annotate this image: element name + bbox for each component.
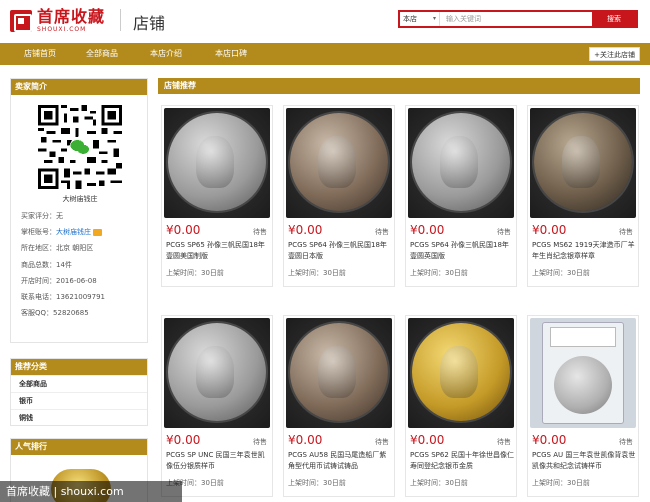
product-title[interactable]: PCGS SP UNC 民国三年袁世凯像伍分银质样币: [166, 450, 270, 472]
product-image[interactable]: [164, 318, 270, 428]
product-card[interactable]: ¥0.00 待售 PCGS SP64 孙像三帆民国18年壹圆日本版 上架时间：3…: [283, 105, 395, 287]
product-price: ¥0.00: [410, 223, 445, 237]
product-price: ¥0.00: [166, 433, 201, 447]
seller-phone-row: 联系电话：13621009791: [21, 293, 105, 301]
nav-shop-intro[interactable]: 本店介绍: [150, 43, 182, 65]
seller-product-count-row: 商品总数：14件: [21, 261, 72, 269]
follow-shop-button[interactable]: +关注此店铺: [589, 47, 640, 61]
qr-code-icon: [38, 105, 122, 189]
category-all[interactable]: 全部商品: [11, 375, 147, 392]
search-button[interactable]: 搜索: [592, 12, 636, 26]
product-image[interactable]: [408, 108, 514, 218]
site-logo[interactable]: 首席收藏 SHOUXI.COM: [10, 8, 105, 33]
product-card[interactable]: ¥0.00 待售 PCGS SP65 孙像三帆民国18年壹圆美国制版 上架时间：…: [161, 105, 273, 287]
shop-nav: 店铺首页 全部商品 本店介绍 本店口碑 +关注此店铺: [0, 43, 650, 65]
product-status: 待售: [253, 438, 267, 446]
seller-account-link[interactable]: 大树庙钱庄: [56, 228, 91, 236]
product-card[interactable]: ¥0.00 待售 PCGS AU58 民国马尾造船厂紫角型代用币试铸试铸品 上架…: [283, 315, 395, 497]
product-status: 待售: [497, 438, 511, 446]
nav-shop-home[interactable]: 店铺首页: [24, 43, 56, 65]
product-status: 待售: [375, 228, 389, 236]
product-image[interactable]: [408, 318, 514, 428]
search-input[interactable]: 输入关键词: [440, 12, 592, 26]
product-title[interactable]: PCGS AU 国三年袁世凯像背袁世凯像共和纪念试铸样币: [532, 450, 636, 472]
logo-cn-text: 首席收藏: [37, 7, 106, 26]
product-price: ¥0.00: [288, 223, 323, 237]
product-status: 待售: [619, 228, 633, 236]
product-card[interactable]: ¥0.00 待售 PCGS SP62 民国十年徐世昌像仁寿同登纪念银币金质 上架…: [405, 315, 517, 497]
product-list-time: 上架时间：30日前: [532, 269, 590, 277]
nav-shop-reputation[interactable]: 本店口碑: [215, 43, 247, 65]
product-list-time: 上架时间：30日前: [410, 269, 468, 277]
seller-panel: 卖家简介 大树庙钱庄 买家评分：无 掌柜账号：大树庙钱庄 所在地区：北京 朝阳区…: [10, 78, 148, 343]
product-status: 待售: [497, 228, 511, 236]
message-icon[interactable]: [93, 228, 102, 236]
product-list-time: 上架时间：30日前: [532, 479, 590, 487]
popular-panel-heading: 人气排行: [11, 439, 147, 455]
category-silver[interactable]: 银币: [11, 392, 147, 409]
product-image[interactable]: [530, 108, 636, 218]
product-image[interactable]: [164, 108, 270, 218]
product-card[interactable]: ¥0.00 待售 PCGS SP UNC 民国三年袁世凯像伍分银质样币 上架时间…: [161, 315, 273, 497]
category-copper[interactable]: 铜钱: [11, 409, 147, 426]
product-title[interactable]: PCGS SP64 孙像三帆民国18年壹圆英国版: [410, 240, 514, 262]
product-price: ¥0.00: [532, 433, 567, 447]
search-scope-select[interactable]: 本店 ▾: [400, 12, 440, 26]
product-status: 待售: [619, 438, 633, 446]
product-status: 待售: [375, 438, 389, 446]
product-list-time: 上架时间：30日前: [410, 479, 468, 487]
logo-en-text: SHOUXI.COM: [37, 26, 87, 33]
product-title[interactable]: PCGS SP62 民国十年徐世昌像仁寿同登纪念银币金质: [410, 450, 514, 472]
product-price: ¥0.00: [532, 223, 567, 237]
seller-account-row: 掌柜账号：大树庙钱庄: [21, 227, 102, 237]
search-bar: 本店 ▾ 输入关键词 搜索: [398, 10, 638, 28]
product-list-time: 上架时间：30日前: [166, 269, 224, 277]
product-image[interactable]: [530, 318, 636, 428]
product-title[interactable]: PCGS SP64 孙像三帆民国18年壹圆日本版: [288, 240, 392, 262]
seller-name[interactable]: 大树庙钱庄: [11, 194, 149, 204]
product-list-time: 上架时间：30日前: [288, 479, 346, 487]
product-price: ¥0.00: [410, 433, 445, 447]
seller-open-date-row: 开店时间：2016-06-08: [21, 277, 97, 285]
product-image[interactable]: [286, 108, 392, 218]
seller-qq-row: 客服QQ：52820685: [21, 309, 89, 317]
seller-panel-heading: 卖家简介: [11, 79, 147, 95]
product-title[interactable]: PCGS SP65 孙像三帆民国18年壹圆美国制版: [166, 240, 270, 262]
page-title: 店铺: [133, 14, 166, 33]
nav-all-products[interactable]: 全部商品: [86, 43, 118, 65]
chevron-down-icon: ▾: [432, 15, 436, 22]
seller-rating-row: 买家评分：无: [21, 212, 63, 220]
product-price: ¥0.00: [166, 223, 201, 237]
product-title[interactable]: PCGS MS62 1919天津造币厂羊年生肖纪念银章样章: [532, 240, 636, 262]
product-card[interactable]: ¥0.00 待售 PCGS MS62 1919天津造币厂羊年生肖纪念银章样章 上…: [527, 105, 639, 287]
seller-region-row: 所在地区：北京 朝阳区: [21, 244, 94, 252]
product-image[interactable]: [286, 318, 392, 428]
product-price: ¥0.00: [288, 433, 323, 447]
recommend-heading: 店铺推荐: [158, 78, 640, 94]
site-header: 首席收藏 SHOUXI.COM 店铺 本店 ▾ 输入关键词 搜索: [0, 0, 650, 40]
product-card[interactable]: ¥0.00 待售 PCGS SP64 孙像三帆民国18年壹圆英国版 上架时间：3…: [405, 105, 517, 287]
category-panel: 推荐分类 全部商品 银币 铜钱: [10, 358, 148, 426]
product-status: 待售: [253, 228, 267, 236]
watermark: 首席收藏 | shouxi.com: [0, 481, 182, 502]
search-scope-label: 本店: [403, 15, 417, 23]
product-list-time: 上架时间：30日前: [288, 269, 346, 277]
product-title[interactable]: PCGS AU58 民国马尾造船厂紫角型代用币试铸试铸品: [288, 450, 392, 472]
category-panel-heading: 推荐分类: [11, 359, 147, 375]
logo-icon: [10, 9, 32, 32]
product-card[interactable]: ¥0.00 待售 PCGS AU 国三年袁世凯像背袁世凯像共和纪念试铸样币 上架…: [527, 315, 639, 497]
header-divider: [120, 9, 121, 31]
